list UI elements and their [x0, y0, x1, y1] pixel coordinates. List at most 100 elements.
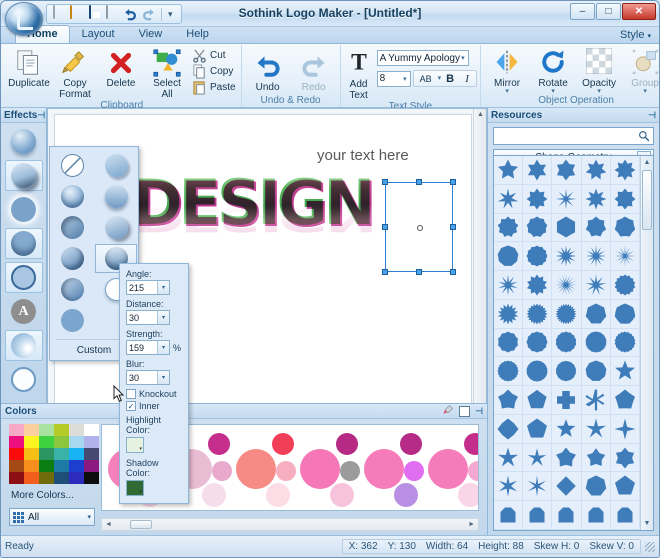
- color-swatch[interactable]: [69, 460, 84, 472]
- color-swatch[interactable]: [9, 436, 24, 448]
- color-palette[interactable]: [9, 424, 99, 484]
- effect-item-stroke[interactable]: [4, 262, 43, 293]
- color-swatch[interactable]: [54, 472, 69, 484]
- search-input[interactable]: [497, 129, 638, 143]
- blur-spinner-caret[interactable]: ▾: [157, 371, 169, 384]
- bold-button[interactable]: B: [442, 71, 458, 87]
- color-swatch[interactable]: [39, 436, 54, 448]
- resource-shape-cell[interactable]: [552, 357, 582, 387]
- resource-shape-cell[interactable]: [523, 472, 553, 502]
- resource-shape-cell[interactable]: [610, 184, 640, 214]
- resource-shape-cell[interactable]: [552, 242, 582, 272]
- resources-scroll-thumb[interactable]: [642, 170, 652, 230]
- effect-item-bevel[interactable]: [5, 126, 43, 157]
- knockout-checkbox[interactable]: [126, 389, 136, 399]
- resource-shape-cell[interactable]: [581, 156, 611, 185]
- resize-handle-w[interactable]: [382, 224, 388, 230]
- resource-shape-cell[interactable]: [523, 357, 553, 387]
- color-swatch[interactable]: [24, 436, 39, 448]
- strength-spinner-caret[interactable]: ▾: [157, 341, 169, 354]
- strength-spinner[interactable]: ▾: [126, 340, 170, 355]
- pin-icon[interactable]: ⊣: [475, 406, 483, 417]
- effect-preset-6[interactable]: [51, 244, 93, 273]
- effect-preset-3[interactable]: [95, 182, 137, 211]
- color-swatch[interactable]: [84, 424, 99, 436]
- color-swatch[interactable]: [69, 436, 84, 448]
- current-color-swatch[interactable]: [459, 405, 471, 417]
- resize-handle-n[interactable]: [416, 179, 422, 185]
- resource-shape-cell[interactable]: [581, 271, 611, 300]
- chevron-down-icon[interactable]: ▾: [87, 513, 91, 521]
- resource-shape-cell[interactable]: [581, 414, 611, 444]
- resource-shape-cell[interactable]: [523, 501, 553, 530]
- color-swatch[interactable]: [84, 436, 99, 448]
- effect-item-outline[interactable]: [5, 364, 43, 395]
- effect-preset-1[interactable]: [95, 151, 137, 180]
- close-button[interactable]: ✕: [622, 3, 656, 20]
- resize-handle-ne[interactable]: [450, 179, 456, 185]
- resource-shape-cell[interactable]: [610, 213, 640, 243]
- eyedropper-icon[interactable]: [442, 404, 454, 419]
- color-scheme-scroll-thumb[interactable]: [130, 520, 152, 529]
- tab-help[interactable]: Help: [174, 25, 221, 43]
- resource-shape-cell[interactable]: [494, 357, 524, 387]
- resource-shape-cell[interactable]: [523, 299, 553, 329]
- resource-shape-cell[interactable]: [552, 299, 582, 329]
- blur-spinner[interactable]: ▾: [126, 370, 170, 385]
- color-swatch[interactable]: [9, 424, 24, 436]
- resource-shape-cell[interactable]: [523, 328, 553, 358]
- color-swatch[interactable]: [54, 460, 69, 472]
- scroll-up-icon[interactable]: ▲: [477, 111, 484, 118]
- color-swatch[interactable]: [69, 448, 84, 460]
- color-filter-select[interactable]: All ▾: [9, 508, 95, 526]
- resource-shape-cell[interactable]: [610, 271, 640, 300]
- letter-spacing-button[interactable]: AB: [415, 71, 437, 87]
- shadow-color-button[interactable]: ▾: [126, 480, 144, 496]
- resource-shape-cell[interactable]: [494, 328, 524, 358]
- effect-preset-5[interactable]: [95, 213, 137, 242]
- resource-shape-cell[interactable]: [581, 184, 611, 214]
- resource-shape-cell[interactable]: [581, 328, 611, 358]
- resource-shape-cell[interactable]: [494, 386, 524, 415]
- resource-shape-cell[interactable]: [581, 501, 611, 530]
- scroll-up-icon[interactable]: ▲: [641, 156, 653, 169]
- resource-shape-cell[interactable]: [552, 184, 582, 214]
- maximize-button[interactable]: □: [596, 3, 621, 20]
- resource-shape-cell[interactable]: [581, 213, 611, 243]
- resource-shape-cell[interactable]: [523, 213, 553, 243]
- resource-shape-cell[interactable]: [523, 414, 553, 444]
- resources-search-box[interactable]: [493, 127, 654, 145]
- application-orb-button[interactable]: [5, 2, 43, 36]
- angle-spinner-caret[interactable]: ▾: [157, 281, 169, 294]
- effect-preset-4[interactable]: [51, 213, 93, 242]
- resource-shape-cell[interactable]: [494, 271, 524, 300]
- color-swatch[interactable]: [69, 472, 84, 484]
- effect-preset-2[interactable]: [51, 182, 93, 211]
- effect-item-gradient-glow[interactable]: [4, 330, 43, 361]
- color-swatch[interactable]: [54, 436, 69, 448]
- resize-grip-icon[interactable]: [645, 541, 655, 552]
- italic-button[interactable]: I: [459, 71, 475, 87]
- resource-shape-cell[interactable]: [494, 299, 524, 329]
- resource-shape-cell[interactable]: [552, 156, 582, 185]
- resource-shape-cell[interactable]: [610, 472, 640, 502]
- angle-input[interactable]: [127, 281, 157, 294]
- resource-shape-cell[interactable]: [523, 242, 553, 272]
- pin-icon[interactable]: ⊣: [37, 110, 45, 121]
- cut-button[interactable]: Cut: [190, 48, 238, 63]
- resource-shape-cell[interactable]: [494, 242, 524, 272]
- copy-button[interactable]: Copy: [190, 64, 238, 79]
- resize-handle-sw[interactable]: [382, 269, 388, 275]
- resource-shape-cell[interactable]: [610, 299, 640, 329]
- color-swatch[interactable]: [39, 424, 54, 436]
- effect-item-glow[interactable]: [5, 194, 43, 225]
- select-all-button[interactable]: Select All: [144, 47, 190, 100]
- inner-checkbox[interactable]: ✓: [126, 401, 136, 411]
- color-swatch[interactable]: [9, 472, 24, 484]
- more-colors-link[interactable]: More Colors...: [11, 490, 74, 501]
- resource-shape-cell[interactable]: [610, 386, 640, 415]
- scroll-right-icon[interactable]: ►: [468, 521, 475, 528]
- tab-view[interactable]: View: [127, 25, 175, 43]
- resource-shape-cell[interactable]: [581, 299, 611, 329]
- resize-handle-nw[interactable]: [382, 179, 388, 185]
